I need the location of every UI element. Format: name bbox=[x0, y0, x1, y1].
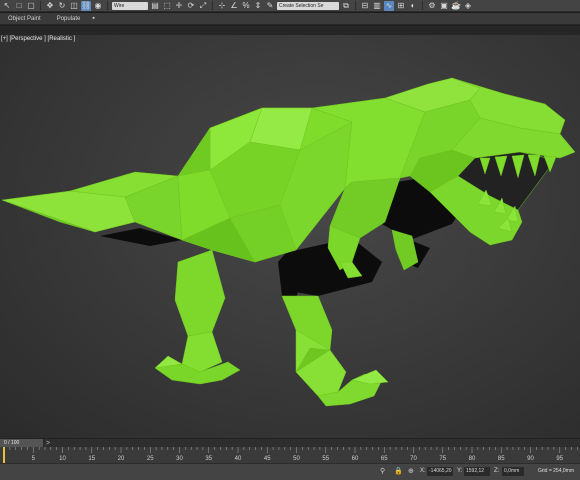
window-crossing-icon[interactable]: ▢ bbox=[26, 1, 36, 11]
named-selection-dropdown[interactable]: Create Selection Se bbox=[277, 1, 339, 10]
edit-named-selection-icon[interactable]: ✎ bbox=[265, 1, 275, 11]
scale-icon[interactable]: ◫ bbox=[69, 1, 79, 11]
tab-populate[interactable]: Populate bbox=[49, 16, 89, 22]
track-bar-tick-label: 60 bbox=[352, 456, 359, 462]
track-bar-tick-label: 55 bbox=[322, 456, 329, 462]
rotate-icon[interactable]: ↻ bbox=[57, 1, 67, 11]
rendered-frame-icon[interactable]: ▣ bbox=[439, 1, 449, 11]
track-bar-tick-label: 25 bbox=[147, 456, 154, 462]
trex-model[interactable] bbox=[0, 35, 580, 438]
track-bar-tick-label: 50 bbox=[293, 456, 300, 462]
x-label: X: bbox=[420, 468, 426, 474]
material-editor-icon[interactable]: ◐ bbox=[408, 1, 418, 11]
curve-editor-icon[interactable]: ∿ bbox=[384, 0, 394, 11]
track-bar-tick-label: 45 bbox=[264, 456, 271, 462]
tab-object-paint[interactable]: Object Paint bbox=[0, 16, 49, 22]
grid-size-label: Grid = 254,0mm bbox=[538, 468, 574, 474]
track-bar-tick-label: 20 bbox=[118, 456, 125, 462]
layer-explorer-icon[interactable]: ▥ bbox=[372, 1, 382, 11]
z-label: Z: bbox=[494, 468, 500, 474]
z-coordinate-field[interactable]: 0,0mm bbox=[502, 467, 524, 476]
render-production-icon[interactable]: ☕ bbox=[451, 1, 461, 11]
lock-icon[interactable]: 🔒 bbox=[394, 467, 403, 475]
viewport-label[interactable]: [+] [Perspective ] [Realistic ] bbox=[1, 36, 75, 42]
move-icon[interactable]: ✥ bbox=[45, 1, 55, 11]
selection-filter-dropdown[interactable]: Wire bbox=[112, 1, 148, 10]
select-region-icon[interactable]: □ bbox=[14, 1, 24, 11]
track-bar-tick-label: 70 bbox=[410, 456, 417, 462]
x-coordinate-field[interactable]: -14065,20 bbox=[427, 467, 453, 476]
render-setup-icon[interactable]: ⚙ bbox=[427, 1, 437, 11]
current-frame-marker bbox=[3, 447, 5, 463]
select-arrow-icon[interactable]: ↖ bbox=[2, 1, 12, 11]
select-and-link-icon[interactable]: ⛓ bbox=[81, 0, 91, 11]
trex-body bbox=[1, 77, 576, 407]
y-label: Y: bbox=[457, 468, 463, 474]
track-bar-tick-label: 35 bbox=[205, 456, 212, 462]
ribbon-bar: Object Paint Populate ▪ bbox=[0, 13, 580, 25]
scale-transform-icon[interactable]: ⤢ bbox=[198, 1, 208, 11]
absolute-mode-icon[interactable]: ⊕ bbox=[408, 467, 414, 475]
track-bar-tick-label: 65 bbox=[381, 456, 388, 462]
track-bar-tick-label: 85 bbox=[498, 456, 505, 462]
viewport-header-strip bbox=[0, 26, 580, 35]
y-coordinate-field[interactable]: 1592,12 bbox=[464, 467, 490, 476]
schematic-view-icon[interactable]: ⊞ bbox=[396, 1, 406, 11]
mirror-icon[interactable]: ⧉ bbox=[341, 1, 351, 11]
track-bar-tick-label: 40 bbox=[235, 456, 242, 462]
rotate-transform-icon[interactable]: ⟳ bbox=[186, 1, 196, 11]
angle-snap-icon[interactable]: ∠ bbox=[229, 1, 239, 11]
render-iterative-icon[interactable]: ◈ bbox=[463, 1, 473, 11]
ribbon-toggle-icon[interactable]: ▪ bbox=[92, 15, 94, 22]
track-bar-tick-label: 30 bbox=[176, 456, 183, 462]
select-by-name-icon[interactable]: ▤ bbox=[150, 1, 160, 11]
track-bar-tick-label: 5 bbox=[32, 456, 36, 462]
track-bar-tick-label: 75 bbox=[439, 456, 446, 462]
track-bar-tick-label: 90 bbox=[527, 456, 534, 462]
track-bar-tick-label: 80 bbox=[469, 456, 476, 462]
track-bar-tick-label: 95 bbox=[556, 456, 563, 462]
align-icon[interactable]: ⊟ bbox=[360, 1, 370, 11]
percent-snap-icon[interactable]: % bbox=[241, 1, 251, 11]
move-transform-icon[interactable]: ✛ bbox=[174, 1, 184, 11]
perspective-viewport[interactable]: [+] [Perspective ] [Realistic ] bbox=[0, 35, 580, 438]
bind-icon[interactable]: ◉ bbox=[93, 1, 103, 11]
main-toolbar: ↖ □ ▢ ✥ ↻ ◫ ⛓ ◉ Wire ▤ ⬚ ✛ ⟳ ⤢ ⊹ ∠ % ⇕ ✎… bbox=[0, 0, 580, 12]
track-bar-tick-label: 15 bbox=[88, 456, 95, 462]
spinner-snap-icon[interactable]: ⇕ bbox=[253, 1, 263, 11]
track-bar[interactable]: 5 10 15 20 25 30 35 40 45 50 55 60 65 70 75 80 85 90 95 bbox=[0, 447, 580, 463]
key-icon[interactable]: ⚲ bbox=[380, 467, 385, 475]
snap-3d-icon[interactable]: ⊹ bbox=[217, 1, 227, 11]
rect-selection-icon[interactable]: ⬚ bbox=[162, 1, 172, 11]
track-bar-ruler: 5 10 15 20 25 30 35 40 45 50 55 60 65 70 75 80 85 90 95 bbox=[3, 447, 578, 463]
track-bar-tick-label: 10 bbox=[59, 456, 66, 462]
status-bar: ⚲ 🔒 ⊕ X: -14065,20 Y: 1592,12 Z: 0,0mm G… bbox=[0, 463, 580, 480]
